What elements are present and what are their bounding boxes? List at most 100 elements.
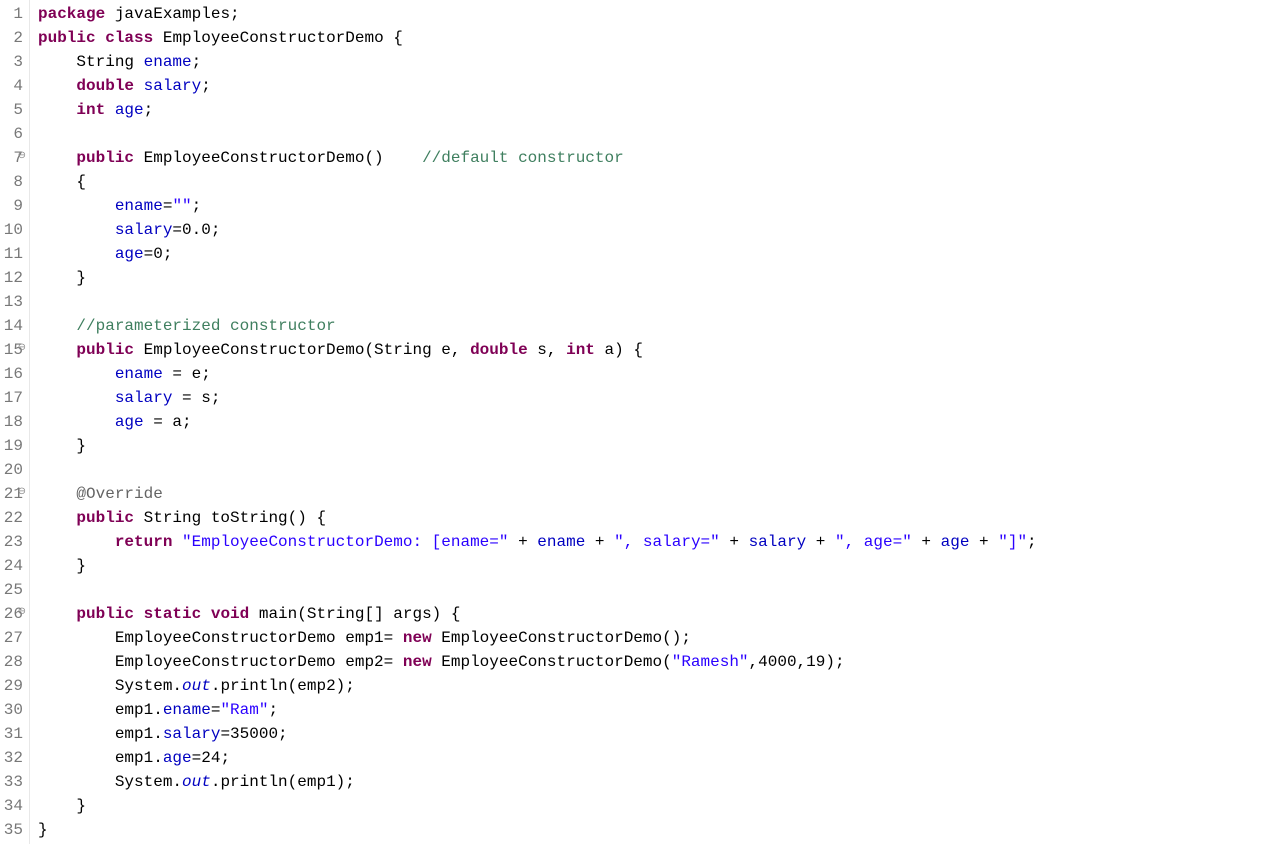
keyword-token: double [76,77,134,95]
code-editor-area[interactable]: package javaExamples;public class Employ… [30,0,1263,844]
text-token: } [38,437,86,455]
string-token: "]" [998,533,1027,551]
code-line[interactable]: age = a; [38,410,1263,434]
keyword-token: int [76,101,105,119]
line-number: 9 [2,194,25,218]
text-token: javaExamples; [105,5,239,23]
text-token: System. [38,677,182,695]
fold-toggle-icon[interactable]: ⊖ [18,488,26,498]
field-token: ename [144,53,192,71]
text-token [38,389,115,407]
code-line[interactable]: //parameterized constructor [38,314,1263,338]
field-token: ename [163,701,211,719]
code-line[interactable]: age=0; [38,242,1263,266]
code-line[interactable]: } [38,434,1263,458]
code-line[interactable]: ename = e; [38,362,1263,386]
string-token: ", salary=" [614,533,720,551]
code-line[interactable]: package javaExamples; [38,2,1263,26]
keyword-token: package [38,5,105,23]
code-line[interactable]: salary = s; [38,386,1263,410]
keyword-token: double [470,341,528,359]
code-line[interactable]: System.out.println(emp1); [38,770,1263,794]
field-token: age [115,101,144,119]
text-token: ; [192,53,202,71]
code-line[interactable]: } [38,266,1263,290]
code-line[interactable]: return "EmployeeConstructorDemo: [ename=… [38,530,1263,554]
text-token: EmployeeConstructorDemo { [153,29,403,47]
code-line[interactable]: String ename; [38,50,1263,74]
line-number: 34 [2,794,25,818]
text-token: } [38,821,48,839]
text-token [38,317,76,335]
text-token: a) { [595,341,643,359]
code-line[interactable]: double salary; [38,74,1263,98]
code-line[interactable]: EmployeeConstructorDemo emp2= new Employ… [38,650,1263,674]
text-token [38,485,76,503]
fold-toggle-icon[interactable]: ⊖ [18,152,26,162]
line-number-gutter: 1234567⊖89101112131415⊖161718192021⊖2223… [0,0,30,844]
code-line[interactable] [38,458,1263,482]
code-line[interactable] [38,122,1263,146]
code-line[interactable]: int age; [38,98,1263,122]
code-line[interactable] [38,578,1263,602]
code-line[interactable]: public class EmployeeConstructorDemo { [38,26,1263,50]
line-number: 15⊖ [2,338,25,362]
text-token: EmployeeConstructorDemo(String e, [134,341,470,359]
line-number: 8 [2,170,25,194]
text-token [38,101,76,119]
string-token: "EmployeeConstructorDemo: [ename=" [182,533,508,551]
text-token: + [806,533,835,551]
line-number: 22 [2,506,25,530]
string-token: "" [172,197,191,215]
code-line[interactable]: { [38,170,1263,194]
keyword-token: public [76,509,134,527]
code-line[interactable]: emp1.age=24; [38,746,1263,770]
code-line[interactable]: public EmployeeConstructorDemo() //defau… [38,146,1263,170]
code-line[interactable]: public EmployeeConstructorDemo(String e,… [38,338,1263,362]
field-token: salary [115,221,173,239]
text-token: + [508,533,537,551]
code-line[interactable]: } [38,554,1263,578]
text-token: EmployeeConstructorDemo() [134,149,422,167]
field-token: ename [537,533,585,551]
code-line[interactable]: emp1.ename="Ram"; [38,698,1263,722]
text-token [38,533,115,551]
text-token [38,197,115,215]
code-line[interactable]: System.out.println(emp2); [38,674,1263,698]
text-token: EmployeeConstructorDemo(); [432,629,691,647]
fold-toggle-icon[interactable]: ⊖ [18,608,26,618]
line-number: 1 [2,2,25,26]
text-token: + [912,533,941,551]
field-token: age [115,413,144,431]
code-line[interactable]: public String toString() { [38,506,1263,530]
string-token: "Ram" [220,701,268,719]
line-number: 27 [2,626,25,650]
field-token: age [115,245,144,263]
code-line[interactable] [38,290,1263,314]
fold-toggle-icon[interactable]: ⊖ [18,344,26,354]
text-token: ; [268,701,278,719]
line-number: 33 [2,770,25,794]
field-token: salary [144,77,202,95]
line-number: 23 [2,530,25,554]
code-line[interactable]: ename=""; [38,194,1263,218]
line-number: 7⊖ [2,146,25,170]
code-line[interactable]: @Override [38,482,1263,506]
code-line[interactable]: salary=0.0; [38,218,1263,242]
code-line[interactable]: EmployeeConstructorDemo emp1= new Employ… [38,626,1263,650]
keyword-token: public [76,341,134,359]
text-token: + [585,533,614,551]
line-number: 28 [2,650,25,674]
code-line[interactable]: emp1.salary=35000; [38,722,1263,746]
line-number: 10 [2,218,25,242]
text-token: =35000; [220,725,287,743]
text-token [96,29,106,47]
field-token: age [941,533,970,551]
line-number: 13 [2,290,25,314]
code-line[interactable]: public static void main(String[] args) { [38,602,1263,626]
code-line[interactable]: } [38,818,1263,842]
code-line[interactable]: } [38,794,1263,818]
static-field-token: out [182,677,211,695]
text-token: ; [201,77,211,95]
field-token: age [163,749,192,767]
